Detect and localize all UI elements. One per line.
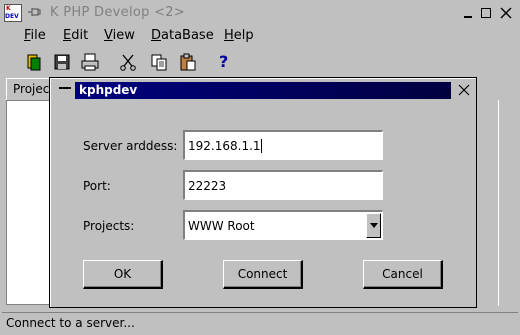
print-icon[interactable] [80,52,100,72]
new-icon[interactable] [24,52,44,72]
save-icon[interactable] [52,52,72,72]
cancel-button[interactable]: Cancel [363,260,443,289]
toolbar [0,48,520,76]
editor-scroll-area [498,100,514,306]
minimize-icon[interactable] [460,5,476,21]
help-icon[interactable]: ? [219,52,228,71]
maximize-icon[interactable] [478,5,494,21]
copy-icon[interactable] [149,52,169,72]
pin-icon[interactable] [27,5,41,19]
dialog-menu-icon[interactable] [59,87,71,89]
status-text: Connect to a server... [6,316,135,330]
ok-button[interactable]: OK [83,260,163,289]
statusbar: Connect to a server... [2,312,518,332]
app-icon[interactable]: K DEV [4,4,22,22]
text-caret [260,139,262,153]
projects-label: Projects: [83,219,135,233]
menubar: File Edit View DataBase Help [0,26,520,48]
server-address-input[interactable]: 192.168.1.1 [183,130,383,160]
port-label: Port: [83,179,111,193]
projects-tree-pane[interactable] [6,100,52,305]
dialog-title: kphpdev [79,83,138,97]
menu-help[interactable]: Help [224,28,254,43]
menu-database[interactable]: DataBase [151,28,214,43]
close-icon[interactable] [498,5,514,21]
chevron-down-icon [370,223,378,228]
projects-dropdown-button[interactable] [366,213,381,238]
projects-select[interactable]: WWW Root [183,210,383,240]
window-titlebar[interactable]: K DEV K PHP Develop <2> [0,0,520,26]
server-address-label: Server arddess: [83,139,178,153]
dialog-titlebar[interactable]: kphpdev [52,80,474,100]
port-input[interactable]: 22223 [183,170,383,200]
menu-file[interactable]: File [24,28,46,43]
app-icon-letter: K [6,5,11,12]
connect-button[interactable]: Connect [223,260,303,289]
app-icon-dev: DEV [5,13,19,20]
paste-icon[interactable] [178,52,198,72]
connect-dialog: kphpdev Server arddess: 192.168.1.1 Port… [49,77,477,308]
menu-view[interactable]: View [104,28,135,43]
dialog-close-icon[interactable] [457,83,471,97]
menu-edit[interactable]: Edit [63,28,88,43]
cut-icon[interactable] [118,52,138,72]
window-title: K PHP Develop <2> [50,5,186,20]
tab-projects-label: Projec [13,82,50,96]
